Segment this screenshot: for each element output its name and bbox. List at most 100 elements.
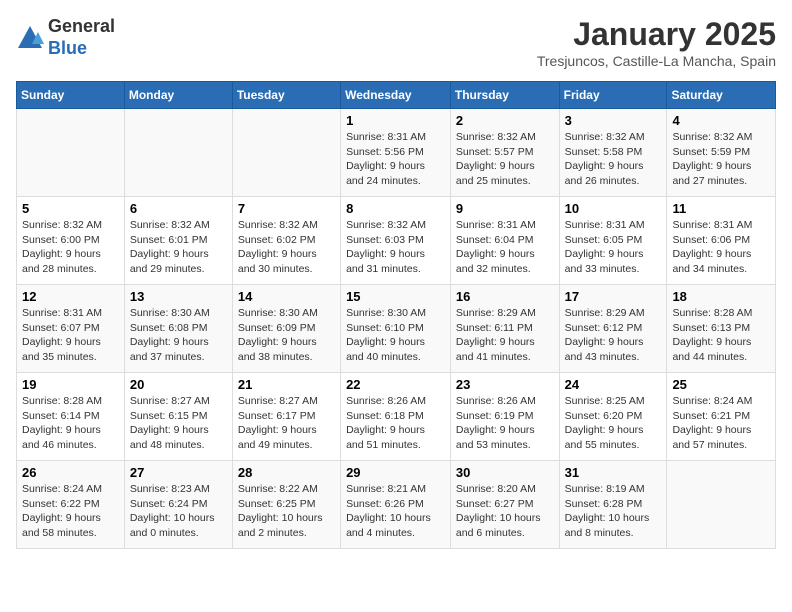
calendar-day-cell (124, 109, 232, 197)
calendar-week-row: 5 Sunrise: 8:32 AM Sunset: 6:00 PM Daylig… (17, 197, 776, 285)
day-number: 7 (238, 201, 335, 216)
day-info: Sunrise: 8:25 AM Sunset: 6:20 PM Dayligh… (565, 394, 662, 453)
calendar-day-cell: 24Sunrise: 8:25 AM Sunset: 6:20 PM Dayli… (559, 373, 667, 461)
day-number: 31 (565, 465, 662, 480)
logo-text: General Blue (48, 16, 115, 59)
day-info: Sunrise: 8:24 AM Sunset: 6:21 PM Dayligh… (672, 394, 770, 453)
calendar-day-cell: 7 Sunrise: 8:32 AM Sunset: 6:02 PM Daylig… (232, 197, 340, 285)
calendar-day-cell: 1Sunrise: 8:31 AM Sunset: 5:56 PM Daylig… (341, 109, 451, 197)
day-number: 12 (22, 289, 119, 304)
day-of-week-header: Tuesday (232, 82, 340, 109)
day-info: Sunrise: 8:31 AM Sunset: 6:07 PM Dayligh… (22, 306, 119, 365)
calendar-day-cell: 3 Sunrise: 8:32 AM Sunset: 5:58 PM Daylig… (559, 109, 667, 197)
day-info: Sunrise: 8:32 AM Sunset: 6:03 PM Dayligh… (346, 218, 445, 277)
day-number: 30 (456, 465, 554, 480)
day-info: Sunrise: 8:27 AM Sunset: 6:17 PM Dayligh… (238, 394, 335, 453)
calendar-day-cell: 15Sunrise: 8:30 AM Sunset: 6:10 PM Dayli… (341, 285, 451, 373)
day-info: Sunrise: 8:32 AM Sunset: 5:58 PM Dayligh… (565, 130, 662, 189)
calendar-day-cell: 12 Sunrise: 8:31 AM Sunset: 6:07 PM Dayli… (17, 285, 125, 373)
day-number: 29 (346, 465, 445, 480)
day-info: Sunrise: 8:32 AM Sunset: 6:01 PM Dayligh… (130, 218, 227, 277)
calendar-day-cell: 23Sunrise: 8:26 AM Sunset: 6:19 PM Dayli… (450, 373, 559, 461)
calendar-day-cell: 6 Sunrise: 8:32 AM Sunset: 6:01 PM Daylig… (124, 197, 232, 285)
calendar-day-cell: 18 Sunrise: 8:28 AM Sunset: 6:13 PM Dayli… (667, 285, 776, 373)
calendar-day-cell: 10 Sunrise: 8:31 AM Sunset: 6:05 PM Dayli… (559, 197, 667, 285)
day-number: 17 (565, 289, 662, 304)
calendar-day-cell: 8 Sunrise: 8:32 AM Sunset: 6:03 PM Daylig… (341, 197, 451, 285)
day-info: Sunrise: 8:32 AM Sunset: 6:00 PM Dayligh… (22, 218, 119, 277)
calendar-day-cell: 28 Sunrise: 8:22 AM Sunset: 6:25 PM Dayli… (232, 461, 340, 549)
day-info: Sunrise: 8:30 AM Sunset: 6:09 PM Dayligh… (238, 306, 335, 365)
day-info: Sunrise: 8:23 AM Sunset: 6:24 PM Dayligh… (130, 482, 227, 541)
calendar-day-cell: 21 Sunrise: 8:27 AM Sunset: 6:17 PM Dayli… (232, 373, 340, 461)
day-number: 13 (130, 289, 227, 304)
day-info: Sunrise: 8:28 AM Sunset: 6:13 PM Dayligh… (672, 306, 770, 365)
day-number: 19 (22, 377, 119, 392)
calendar-day-cell: 29 Sunrise: 8:21 AM Sunset: 6:26 PM Dayli… (341, 461, 451, 549)
day-info: Sunrise: 8:30 AM Sunset: 6:10 PM Dayligh… (346, 306, 445, 365)
calendar-day-cell: 9Sunrise: 8:31 AM Sunset: 6:04 PM Daylig… (450, 197, 559, 285)
day-info: Sunrise: 8:19 AM Sunset: 6:28 PM Dayligh… (565, 482, 662, 541)
day-info: Sunrise: 8:26 AM Sunset: 6:18 PM Dayligh… (346, 394, 445, 453)
day-info: Sunrise: 8:21 AM Sunset: 6:26 PM Dayligh… (346, 482, 445, 541)
day-number: 8 (346, 201, 445, 216)
calendar-day-cell: 26 Sunrise: 8:24 AM Sunset: 6:22 PM Dayli… (17, 461, 125, 549)
day-number: 26 (22, 465, 119, 480)
calendar-day-cell: 5 Sunrise: 8:32 AM Sunset: 6:00 PM Daylig… (17, 197, 125, 285)
day-info: Sunrise: 8:29 AM Sunset: 6:12 PM Dayligh… (565, 306, 662, 365)
calendar-day-cell: 16Sunrise: 8:29 AM Sunset: 6:11 PM Dayli… (450, 285, 559, 373)
day-number: 28 (238, 465, 335, 480)
day-info: Sunrise: 8:32 AM Sunset: 5:59 PM Dayligh… (672, 130, 770, 189)
day-number: 18 (672, 289, 770, 304)
calendar-day-cell: 27Sunrise: 8:23 AM Sunset: 6:24 PM Dayli… (124, 461, 232, 549)
calendar-day-cell: 19 Sunrise: 8:28 AM Sunset: 6:14 PM Dayli… (17, 373, 125, 461)
day-info: Sunrise: 8:31 AM Sunset: 5:56 PM Dayligh… (346, 130, 445, 189)
day-number: 11 (672, 201, 770, 216)
day-info: Sunrise: 8:31 AM Sunset: 6:05 PM Dayligh… (565, 218, 662, 277)
day-info: Sunrise: 8:28 AM Sunset: 6:14 PM Dayligh… (22, 394, 119, 453)
day-number: 2 (456, 113, 554, 128)
day-number: 10 (565, 201, 662, 216)
day-of-week-header: Thursday (450, 82, 559, 109)
day-info: Sunrise: 8:20 AM Sunset: 6:27 PM Dayligh… (456, 482, 554, 541)
day-number: 20 (130, 377, 227, 392)
calendar-header: SundayMondayTuesdayWednesdayThursdayFrid… (17, 82, 776, 109)
calendar-day-cell: 14 Sunrise: 8:30 AM Sunset: 6:09 PM Dayli… (232, 285, 340, 373)
day-of-week-header: Friday (559, 82, 667, 109)
calendar-day-cell: 30 Sunrise: 8:20 AM Sunset: 6:27 PM Dayli… (450, 461, 559, 549)
day-of-week-header: Sunday (17, 82, 125, 109)
day-number: 6 (130, 201, 227, 216)
day-number: 21 (238, 377, 335, 392)
day-number: 3 (565, 113, 662, 128)
title-block: January 2025 Tresjuncos, Castille-La Man… (537, 16, 776, 69)
day-info: Sunrise: 8:27 AM Sunset: 6:15 PM Dayligh… (130, 394, 227, 453)
calendar-body: 1Sunrise: 8:31 AM Sunset: 5:56 PM Daylig… (17, 109, 776, 549)
day-of-week-header: Monday (124, 82, 232, 109)
day-of-week-header: Saturday (667, 82, 776, 109)
day-info: Sunrise: 8:24 AM Sunset: 6:22 PM Dayligh… (22, 482, 119, 541)
location-subtitle: Tresjuncos, Castille-La Mancha, Spain (537, 53, 776, 69)
calendar-day-cell: 22 Sunrise: 8:26 AM Sunset: 6:18 PM Dayli… (341, 373, 451, 461)
day-number: 5 (22, 201, 119, 216)
calendar-week-row: 12 Sunrise: 8:31 AM Sunset: 6:07 PM Dayli… (17, 285, 776, 373)
logo-icon (16, 24, 44, 52)
day-number: 23 (456, 377, 554, 392)
calendar-day-cell: 17 Sunrise: 8:29 AM Sunset: 6:12 PM Dayli… (559, 285, 667, 373)
day-of-week-header: Wednesday (341, 82, 451, 109)
day-number: 25 (672, 377, 770, 392)
calendar-day-cell: 13Sunrise: 8:30 AM Sunset: 6:08 PM Dayli… (124, 285, 232, 373)
days-of-week-row: SundayMondayTuesdayWednesdayThursdayFrid… (17, 82, 776, 109)
calendar-week-row: 26 Sunrise: 8:24 AM Sunset: 6:22 PM Dayli… (17, 461, 776, 549)
day-info: Sunrise: 8:29 AM Sunset: 6:11 PM Dayligh… (456, 306, 554, 365)
calendar-day-cell: 20 Sunrise: 8:27 AM Sunset: 6:15 PM Dayli… (124, 373, 232, 461)
day-number: 22 (346, 377, 445, 392)
calendar-day-cell (667, 461, 776, 549)
day-number: 9 (456, 201, 554, 216)
calendar-day-cell: 2 Sunrise: 8:32 AM Sunset: 5:57 PM Daylig… (450, 109, 559, 197)
calendar-day-cell (17, 109, 125, 197)
day-info: Sunrise: 8:32 AM Sunset: 6:02 PM Dayligh… (238, 218, 335, 277)
day-number: 4 (672, 113, 770, 128)
day-number: 14 (238, 289, 335, 304)
day-info: Sunrise: 8:22 AM Sunset: 6:25 PM Dayligh… (238, 482, 335, 541)
day-info: Sunrise: 8:32 AM Sunset: 5:57 PM Dayligh… (456, 130, 554, 189)
